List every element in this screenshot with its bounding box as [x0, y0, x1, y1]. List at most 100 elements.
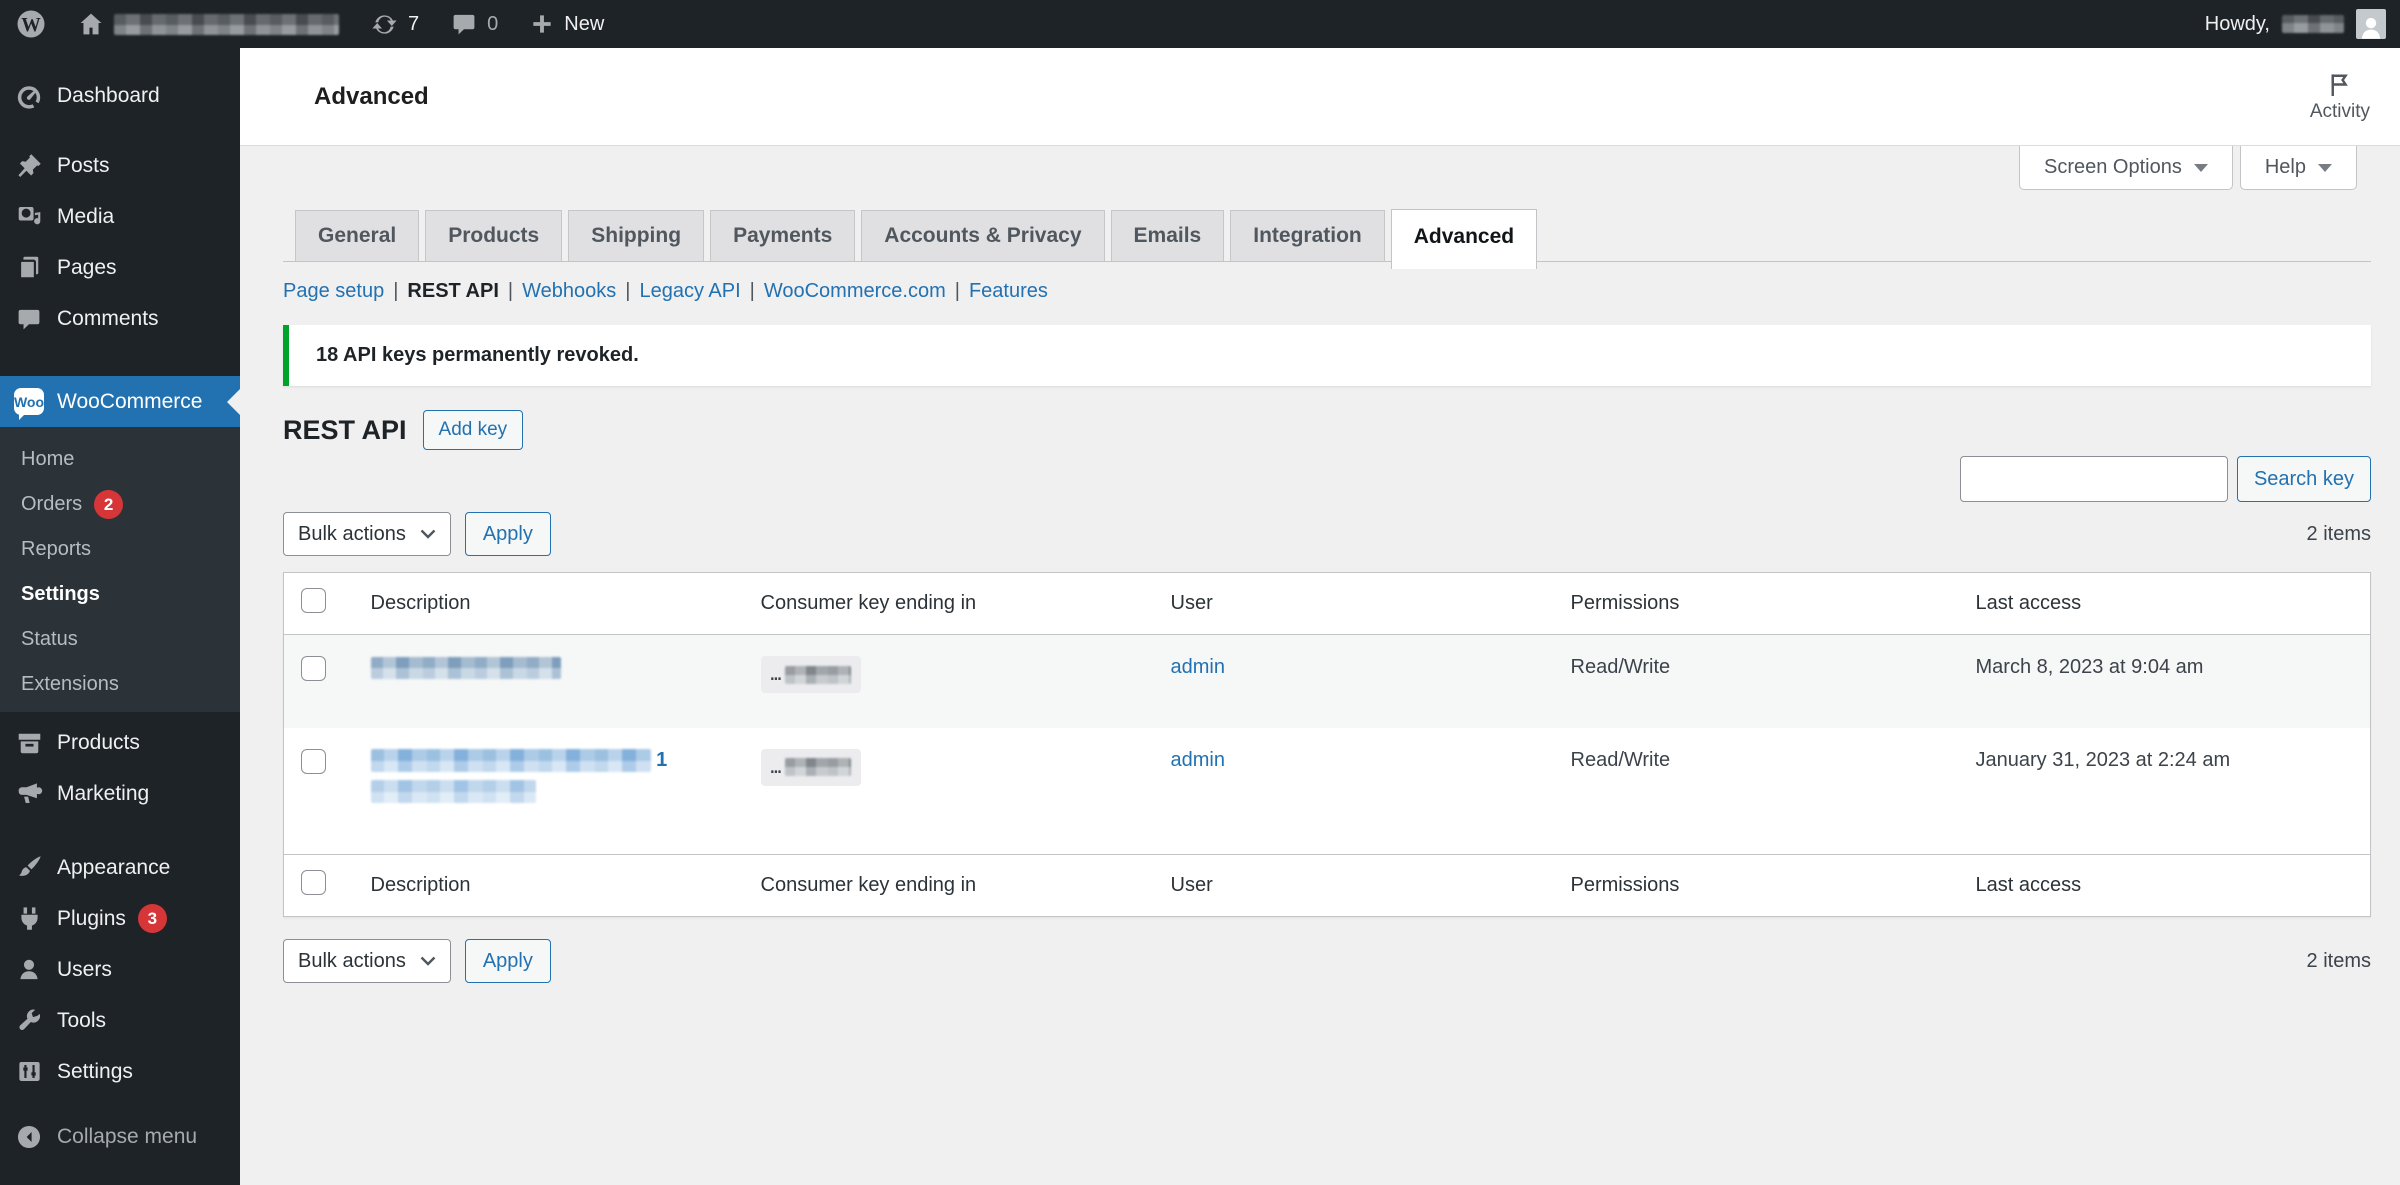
collapse-arrow-icon: [14, 1124, 44, 1150]
dashboard-gauge-icon: [14, 82, 44, 110]
user-link[interactable]: admin: [1171, 749, 1225, 771]
consumer-key-redacted: [785, 758, 852, 776]
tab-shipping[interactable]: Shipping: [568, 210, 705, 261]
megaphone-icon: [14, 780, 44, 807]
tab-general[interactable]: General: [295, 210, 420, 261]
description-redacted-link[interactable]: 1: [370, 749, 740, 772]
sidebar-label: Settings: [57, 1059, 133, 1083]
sidebar-label: Collapse menu: [57, 1124, 198, 1148]
tab-products[interactable]: Products: [425, 210, 563, 261]
sidebar-item-comments[interactable]: Comments: [0, 293, 240, 344]
subnav-separator: |: [954, 280, 960, 302]
bulk-actions-select[interactable]: Bulk actions: [283, 939, 451, 983]
sidebar-item-posts[interactable]: Posts: [0, 140, 240, 191]
consumer-key-redacted: [785, 665, 852, 684]
updates-menu[interactable]: 7: [355, 0, 435, 48]
subnav-legacy-api[interactable]: Legacy API: [639, 280, 740, 303]
sidebar-label: Dashboard: [57, 83, 160, 107]
tab-integration[interactable]: Integration: [1230, 210, 1385, 261]
column-description: Description: [349, 854, 740, 917]
sidebar-item-dashboard[interactable]: Dashboard: [0, 70, 240, 121]
subnav-webhooks[interactable]: Webhooks: [522, 280, 616, 303]
apply-button[interactable]: Apply: [464, 939, 551, 983]
subnav-features[interactable]: Features: [969, 280, 1048, 303]
search-key-input[interactable]: [1959, 456, 2228, 502]
new-content-menu[interactable]: New: [514, 0, 620, 48]
notice-message: 18 API keys permanently revoked.: [316, 344, 639, 366]
paintbrush-icon: [14, 854, 44, 881]
last-access-value: January 31, 2023 at 2:24 am: [1975, 748, 2231, 771]
description-visible-suffix[interactable]: 1: [656, 749, 667, 771]
subnav-page-setup[interactable]: Page setup: [283, 280, 384, 303]
column-consumer-key: Consumer key ending in: [739, 572, 1150, 635]
sidebar-item-appearance[interactable]: Appearance: [0, 842, 240, 893]
main-content: Advanced Activity Screen Options Help Ge…: [240, 48, 2400, 1185]
tablenav-top: Bulk actions Apply 2 items: [283, 512, 2371, 556]
user-link[interactable]: admin: [1171, 656, 1225, 678]
bulk-actions-select[interactable]: Bulk actions: [283, 512, 451, 556]
submenu-item-orders[interactable]: Orders 2: [0, 482, 240, 527]
settings-tabs: General Products Shipping Payments Accou…: [283, 209, 2371, 269]
screen-options-button[interactable]: Screen Options: [2019, 146, 2233, 190]
activity-label: Activity: [2309, 100, 2370, 122]
sidebar-item-pages[interactable]: Pages: [0, 242, 240, 293]
chevron-down-icon: [2318, 163, 2332, 172]
subnav-separator: |: [393, 280, 399, 302]
flag-icon: [2331, 73, 2349, 96]
sidebar-item-tools[interactable]: Tools: [0, 995, 240, 1046]
plugins-count-badge: 3: [137, 904, 167, 933]
tablenav-bottom: Bulk actions Apply 2 items: [283, 939, 2371, 983]
sidebar-item-marketing[interactable]: Marketing: [0, 768, 240, 819]
sidebar-label: Tools: [57, 1008, 107, 1032]
apply-button[interactable]: Apply: [464, 512, 551, 556]
subnav-woocommerce-com[interactable]: WooCommerce.com: [764, 280, 946, 303]
success-notice: 18 API keys permanently revoked.: [283, 325, 2371, 386]
sidebar-item-woocommerce[interactable]: Woo WooCommerce: [0, 376, 240, 427]
sidebar-item-plugins[interactable]: Plugins 3: [0, 893, 240, 944]
last-access-value: March 8, 2023 at 9:04 am: [1975, 656, 2204, 678]
table-header-row: Description Consumer key ending in User …: [283, 572, 2371, 635]
column-last-access: Last access: [1954, 572, 2371, 635]
sidebar-label: Users: [57, 957, 112, 981]
sidebar-item-users[interactable]: Users: [0, 944, 240, 995]
tab-accounts-privacy[interactable]: Accounts & Privacy: [861, 210, 1105, 261]
tab-emails[interactable]: Emails: [1110, 210, 1225, 261]
activity-button[interactable]: Activity: [2310, 71, 2370, 123]
select-all-checkbox[interactable]: [301, 588, 326, 613]
sidebar-label: Products: [57, 730, 140, 754]
wordpress-logo-menu[interactable]: W: [0, 0, 62, 48]
submenu-item-reports[interactable]: Reports: [0, 527, 240, 572]
column-user: User: [1149, 854, 1550, 917]
row-checkbox[interactable]: [301, 748, 326, 774]
table-footer-row: Description Consumer key ending in User …: [283, 854, 2371, 917]
comments-menu[interactable]: 0: [435, 0, 514, 48]
comment-bubble-icon: [453, 14, 475, 35]
subnav-rest-api[interactable]: REST API: [407, 280, 499, 303]
submenu-item-settings[interactable]: Settings: [0, 572, 240, 617]
sidebar-item-products[interactable]: Products: [0, 717, 240, 768]
admin-bar-account[interactable]: Howdy,: [2205, 0, 2400, 48]
sidebar-label: Posts: [57, 153, 110, 177]
site-name-menu[interactable]: [62, 0, 355, 48]
submenu-item-extensions[interactable]: Extensions: [0, 662, 240, 707]
search-key-button[interactable]: Search key: [2236, 456, 2371, 502]
description-redacted-link[interactable]: [370, 656, 561, 679]
add-key-button[interactable]: Add key: [422, 410, 524, 450]
row-checkbox[interactable]: [301, 656, 326, 681]
select-all-checkbox[interactable]: [301, 870, 326, 895]
sidebar-label: Appearance: [57, 855, 171, 879]
tab-advanced[interactable]: Advanced: [1390, 209, 1538, 269]
submenu-item-status[interactable]: Status: [0, 617, 240, 662]
help-button[interactable]: Help: [2239, 146, 2357, 190]
rest-api-heading: REST API: [283, 414, 407, 445]
admin-sidebar: Dashboard Posts Media Pages Comments Woo…: [0, 48, 240, 1185]
tab-payments[interactable]: Payments: [710, 210, 856, 261]
sidebar-item-media[interactable]: Media: [0, 191, 240, 242]
collapse-menu-button[interactable]: Collapse menu: [0, 1111, 240, 1162]
woocommerce-submenu: Home Orders 2 Reports Settings Status Ex…: [0, 427, 240, 712]
sidebar-item-settings[interactable]: Settings: [0, 1046, 240, 1097]
items-count: 2 items: [2306, 949, 2371, 972]
chevron-down-icon: [420, 956, 436, 966]
user-icon: [14, 957, 44, 983]
submenu-item-home[interactable]: Home: [0, 437, 240, 482]
